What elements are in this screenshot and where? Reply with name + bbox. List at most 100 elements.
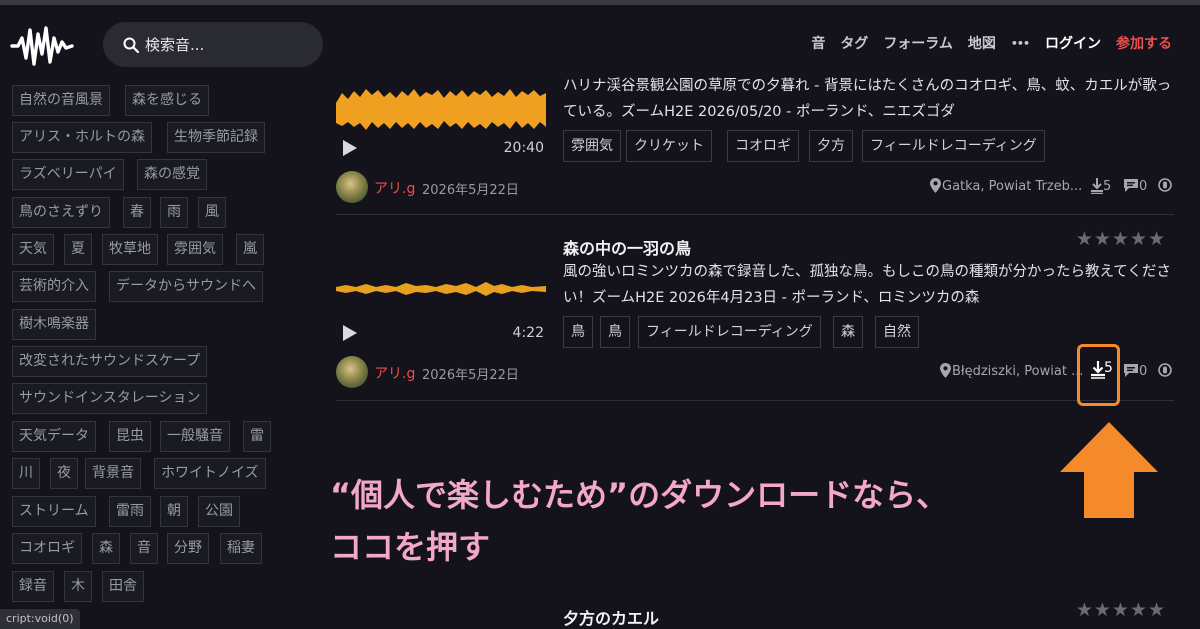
tag-chip[interactable]: ラズベリーパイ	[12, 159, 124, 190]
tag-chip[interactable]: 鳥のさえずり	[12, 197, 110, 228]
tag-chip[interactable]: 風	[198, 197, 226, 228]
play-icon[interactable]	[342, 324, 358, 342]
sound-tag[interactable]: クリケット	[626, 130, 712, 162]
location-pin-icon	[930, 178, 941, 193]
comment-count: 0	[1139, 179, 1148, 194]
download-highlight-box	[1077, 344, 1120, 406]
logo-waveform-icon[interactable]	[10, 24, 74, 68]
tag-chip[interactable]: ストリーム	[12, 496, 96, 527]
search-input[interactable]	[145, 35, 305, 54]
tag-chip[interactable]: 背景音	[85, 458, 141, 489]
username-link[interactable]: アリ.g	[374, 363, 415, 383]
play-icon[interactable]	[342, 139, 358, 157]
tag-chip[interactable]: 森の感覚	[137, 159, 207, 190]
tag-chip[interactable]: データからサウンドへ	[109, 271, 263, 302]
search-box[interactable]	[103, 22, 323, 67]
tag-chip[interactable]: アリス・ホルトの森	[12, 122, 152, 153]
divider	[336, 400, 1174, 401]
location-pin-icon	[940, 363, 951, 378]
tag-chip[interactable]: 自然の音風景	[12, 85, 110, 116]
sound-tag[interactable]: 夕方	[809, 130, 853, 162]
sound-tag[interactable]: 鳥	[563, 316, 593, 348]
rating-stars[interactable]: ★★★★★	[1076, 599, 1166, 621]
tag-chip[interactable]: 稲妻	[220, 533, 262, 564]
sound-tag[interactable]: フィールドレコーディング	[638, 316, 821, 348]
tag-chip[interactable]: 田舎	[102, 571, 144, 602]
site-header: 音 タグ フォーラム 地図 ••• ログイン 参加する	[0, 5, 1200, 83]
main-nav: 音 タグ フォーラム 地図 ••• ログイン 参加する	[796, 33, 1172, 53]
tag-chip[interactable]: ホワイトノイズ	[154, 458, 266, 489]
sound-tag[interactable]: コオロギ	[727, 130, 799, 162]
track-description: 風の強いロミンツカの森で録音した、孤独な鳥。もしこの鳥の種類が分かったら教えてく…	[563, 264, 1171, 306]
tag-chip[interactable]: サウンドインスタレーション	[12, 383, 208, 414]
username-link[interactable]: アリ.g	[374, 178, 415, 198]
tag-chip[interactable]: コオロギ	[12, 533, 82, 564]
search-icon	[123, 37, 139, 53]
tag-chip[interactable]: 嵐	[236, 234, 264, 265]
tag-chip[interactable]: 夏	[64, 234, 92, 265]
sound-tag[interactable]: 鳥	[600, 316, 630, 348]
tag-chip[interactable]: 音	[130, 533, 158, 564]
waveform-image[interactable]	[336, 259, 546, 319]
download-icon[interactable]	[1090, 178, 1104, 194]
location-link[interactable]: Błędziszki, Powiat ...	[952, 364, 1082, 379]
tag-chip[interactable]: 森	[92, 533, 120, 564]
tag-chip[interactable]: 雰囲気	[167, 234, 223, 265]
tag-chip[interactable]: 昆虫	[109, 421, 151, 452]
avatar[interactable]	[336, 171, 368, 203]
up-arrow-icon	[1060, 422, 1158, 518]
sound-item: 20:40 ハリナ渓谷景観公園の草原での夕暮れ - 背景にはたくさんのコオロギ、…	[336, 78, 1174, 215]
tag-chip[interactable]: 雷	[243, 421, 271, 452]
tag-chip[interactable]: 雨	[160, 197, 188, 228]
nav-tags[interactable]: タグ	[840, 33, 868, 53]
nav-forum[interactable]: フォーラム	[883, 33, 953, 53]
upload-date: 2026年5月22日	[422, 183, 519, 198]
tag-chip[interactable]: 木	[64, 571, 92, 602]
nav-map[interactable]: 地図	[968, 33, 996, 53]
location-link[interactable]: Gatka, Powiat Trzeb...	[942, 179, 1082, 194]
tag-chip[interactable]: 森を感じる	[125, 85, 209, 116]
tag-chip[interactable]: 天気	[12, 234, 54, 265]
track-duration: 20:40	[503, 140, 544, 156]
download-count: 5	[1103, 179, 1112, 194]
tag-chip[interactable]: 改変されたサウンドスケープ	[12, 346, 208, 377]
upload-date: 2026年5月22日	[422, 368, 519, 383]
sound-tag[interactable]: 森	[833, 316, 863, 348]
license-icon[interactable]	[1158, 178, 1172, 192]
tag-chip[interactable]: 樹木鳴楽器	[12, 309, 96, 340]
comment-count: 0	[1139, 364, 1148, 379]
track-title[interactable]: 森の中の一羽の鳥	[563, 235, 691, 259]
browser-status-url: cript:void(0)	[0, 609, 80, 629]
sound-tag[interactable]: 自然	[875, 316, 919, 348]
tag-chip[interactable]: 牧草地	[102, 234, 158, 265]
track-description: ハリナ渓谷景観公園の草原での夕暮れ - 背景にはたくさんのコオロギ、鳥、蚊、カエ…	[563, 78, 1172, 120]
waveform-image[interactable]	[336, 85, 546, 145]
tag-chip[interactable]: 天気データ	[12, 421, 96, 452]
login-link[interactable]: ログイン	[1045, 33, 1101, 53]
nav-sounds[interactable]: 音	[811, 33, 825, 53]
sound-tag[interactable]: フィールドレコーディング	[862, 130, 1045, 162]
tag-chip[interactable]: 雷雨	[109, 496, 151, 527]
rating-stars[interactable]: ★★★★★	[1076, 228, 1166, 250]
tag-chip[interactable]: 一般騒音	[160, 421, 230, 452]
tag-chip[interactable]: 春	[123, 197, 151, 228]
tag-chip[interactable]: 公園	[198, 496, 240, 527]
join-link[interactable]: 参加する	[1116, 33, 1172, 53]
comment-icon[interactable]	[1124, 364, 1138, 377]
comment-icon[interactable]	[1124, 179, 1138, 192]
avatar[interactable]	[336, 356, 368, 388]
tag-chip[interactable]: 朝	[160, 496, 188, 527]
license-icon[interactable]	[1158, 363, 1172, 377]
tag-chip[interactable]: 生物季節記録	[167, 122, 265, 153]
tag-chip[interactable]: 川	[12, 458, 40, 489]
tag-chip[interactable]: 夜	[50, 458, 78, 489]
more-menu-icon[interactable]: •••	[1011, 37, 1030, 50]
tag-chip[interactable]: 芸術的介入	[12, 271, 96, 302]
track-title[interactable]: 夕方のカエル	[563, 605, 659, 629]
annotation-text: ココを押す	[330, 528, 491, 566]
sound-tag[interactable]: 雰囲気	[563, 130, 621, 162]
tag-chip[interactable]: 録音	[12, 571, 54, 602]
tag-chip[interactable]: 分野	[167, 533, 209, 564]
annotation-text: “個人で楽しむため”のダウンロードなら、	[330, 476, 949, 514]
track-duration: 4:22	[512, 325, 544, 341]
